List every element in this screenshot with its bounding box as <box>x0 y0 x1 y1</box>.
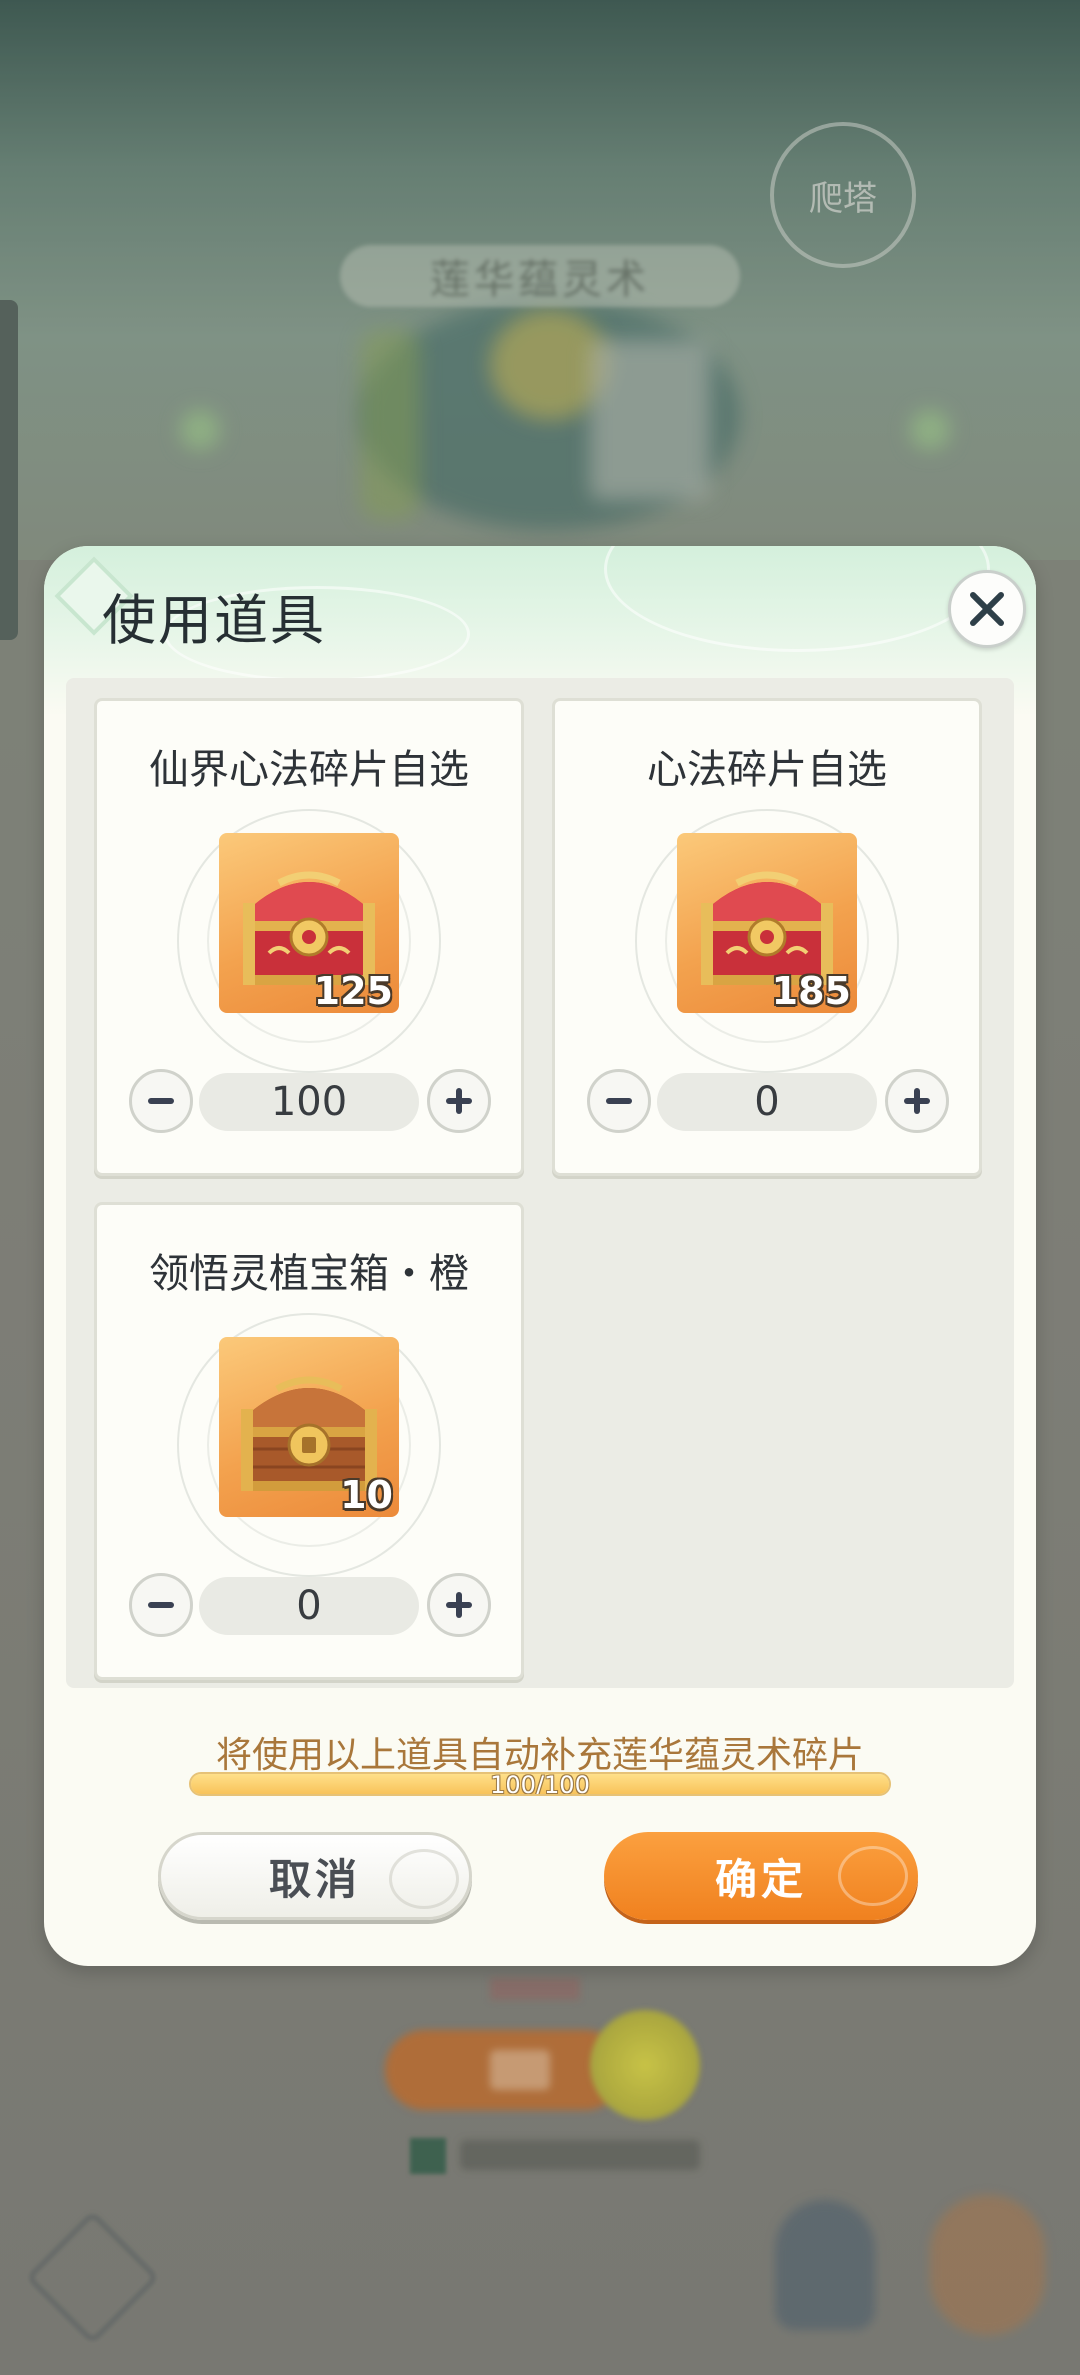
usage-note: 将使用以上道具自动补充莲华蕴灵术碎片 <box>215 1735 864 1776</box>
confirm-label: 确定 <box>714 1854 807 1904</box>
increase-button[interactable] <box>427 1069 491 1133</box>
item-card: 仙界心法碎片自选 125 100 <box>94 698 524 1176</box>
item-owned-count: 185 <box>771 969 851 1013</box>
decrease-button[interactable] <box>129 1069 193 1133</box>
item-card: 心法碎片自选 185 0 <box>552 698 982 1176</box>
quantity-stepper: 100 <box>129 1069 491 1135</box>
increase-button[interactable] <box>427 1573 491 1637</box>
item-icon: 185 <box>677 833 857 1013</box>
fragment-progress-bar: 100/100 <box>189 1772 891 1796</box>
decrease-button[interactable] <box>129 1573 193 1637</box>
minus-icon <box>148 1098 174 1104</box>
decrease-button[interactable] <box>587 1069 651 1133</box>
quantity-stepper: 0 <box>587 1069 949 1135</box>
cancel-button[interactable]: 取消 <box>158 1832 472 1920</box>
item-icon: 10 <box>219 1337 399 1517</box>
progress-text: 100/100 <box>490 1772 590 1796</box>
item-name: 领悟灵植宝箱・橙 <box>149 1251 469 1297</box>
quantity-value[interactable]: 0 <box>657 1073 877 1131</box>
close-icon <box>970 592 1004 626</box>
use-items-dialog: 使用道具 仙界心法碎片自选 125 100 心法碎片自选 185 0 领悟灵植宝… <box>44 546 1036 1966</box>
quantity-stepper: 0 <box>129 1573 491 1639</box>
plus-icon <box>904 1088 930 1114</box>
dialog-title: 使用道具 <box>102 589 326 652</box>
cancel-label: 取消 <box>268 1854 361 1904</box>
minus-icon <box>606 1098 632 1104</box>
minus-icon <box>148 1602 174 1608</box>
plus-icon <box>446 1088 472 1114</box>
item-grid: 仙界心法碎片自选 125 100 心法碎片自选 185 0 领悟灵植宝箱・橙 1… <box>66 678 1014 1688</box>
item-owned-count: 125 <box>313 969 393 1013</box>
item-owned-count: 10 <box>340 1473 393 1517</box>
item-name: 仙界心法碎片自选 <box>149 747 469 793</box>
item-icon: 125 <box>219 833 399 1013</box>
plus-icon <box>446 1592 472 1618</box>
quantity-value[interactable]: 100 <box>199 1073 419 1131</box>
quantity-value[interactable]: 0 <box>199 1577 419 1635</box>
close-button[interactable] <box>948 570 1026 648</box>
item-name: 心法碎片自选 <box>647 747 887 793</box>
increase-button[interactable] <box>885 1069 949 1133</box>
confirm-button[interactable]: 确定 <box>604 1832 918 1920</box>
item-card: 领悟灵植宝箱・橙 10 0 <box>94 1202 524 1680</box>
